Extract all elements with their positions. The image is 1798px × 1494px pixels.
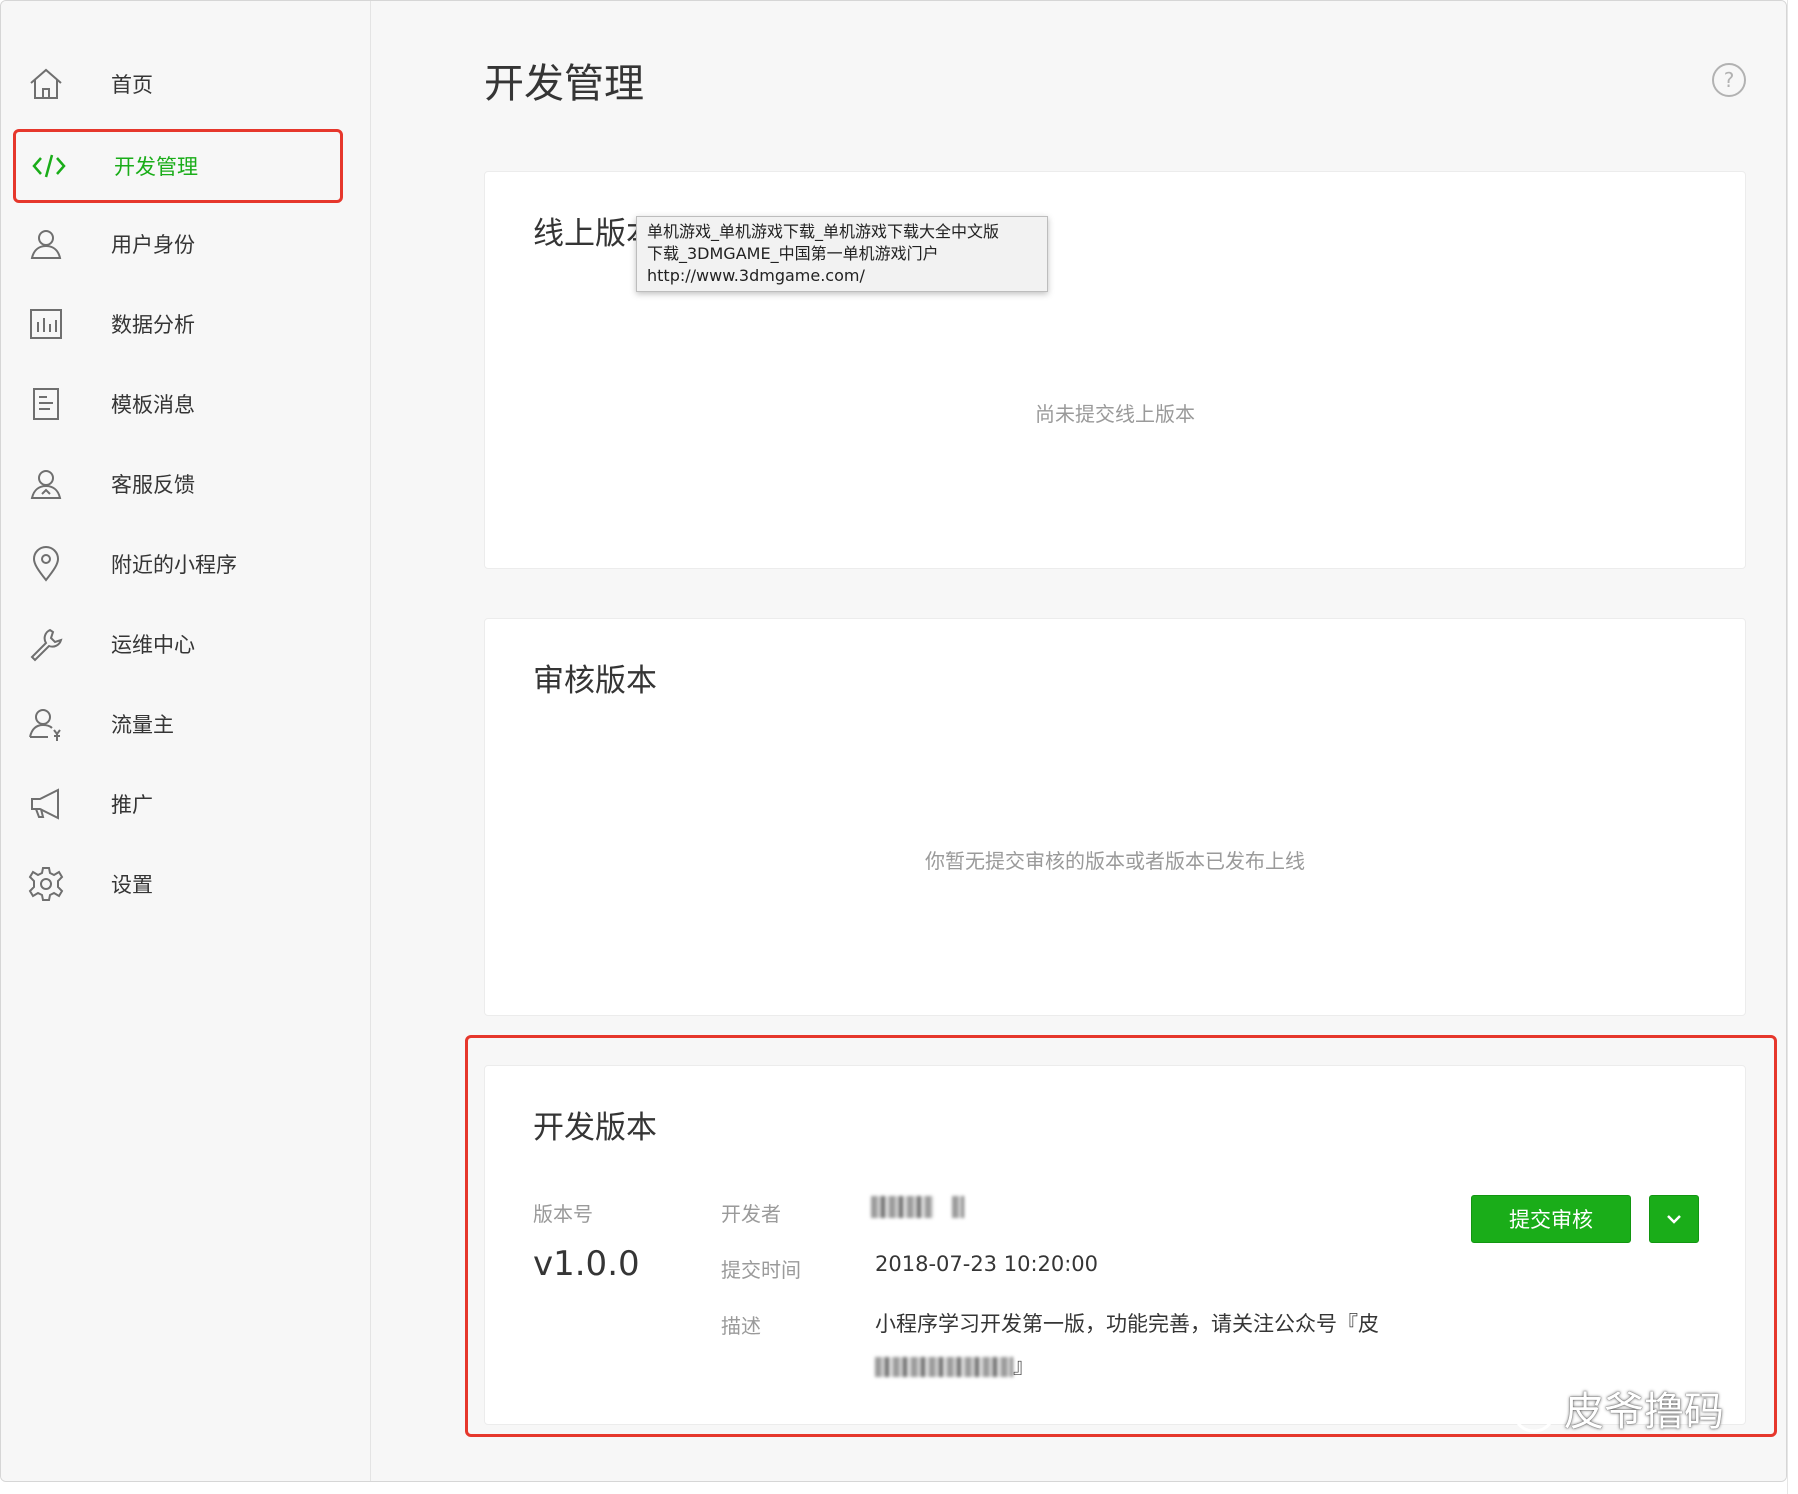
more-options-dropdown[interactable] (1649, 1195, 1699, 1243)
sidebar-item-settings[interactable]: 设置 (13, 847, 343, 921)
sidebar-item-dev-management[interactable]: 开发管理 (13, 129, 343, 203)
page-title: 开发管理 (484, 61, 644, 107)
card-title: 开发版本 (533, 1110, 657, 1146)
sidebar-item-nearby-miniprogram[interactable]: 附近的小程序 (13, 527, 343, 601)
sidebar-item-label: 数据分析 (111, 313, 195, 337)
sidebar-item-traffic-owner[interactable]: 流量主 (13, 687, 343, 761)
card-title: 审核版本 (533, 663, 657, 699)
watermark-text: 皮爷撸码 (1564, 1389, 1724, 1435)
review-version-card: 审核版本 你暂无提交审核的版本或者版本已发布上线 (484, 618, 1746, 1016)
main-content: 开发管理 ? 线上版本 尚未提交线上版本 审核版本 你暂无提交审核的版本或者版本… (372, 1, 1786, 1481)
wechat-icon (1492, 1382, 1554, 1433)
redacted-developer-name (871, 1196, 933, 1218)
app-window: 首页 开发管理 用户身份 数据分析 模板消息 客服反馈 附近的小程序 运维中心 … (0, 0, 1787, 1482)
sidebar-item-label: 运维中心 (111, 633, 195, 657)
description-label: 描述 (721, 1314, 761, 1338)
tooltip-line: 下载_3DMGAME_中国第一单机游戏门户 (647, 244, 939, 263)
gear-icon (13, 847, 79, 921)
sidebar-item-label: 推广 (111, 793, 153, 817)
empty-state-text: 你暂无提交审核的版本或者版本已发布上线 (925, 849, 1305, 873)
sidebar-item-label: 客服反馈 (111, 473, 195, 497)
sidebar-item-home[interactable]: 首页 (13, 47, 343, 121)
megaphone-icon (13, 767, 79, 841)
redacted-account-name (875, 1357, 1013, 1377)
document-icon (13, 367, 79, 441)
sidebar-item-ops-center[interactable]: 运维中心 (13, 607, 343, 681)
redacted-developer-name (951, 1196, 964, 1218)
description-close-quote: 』 (1013, 1354, 1034, 1378)
sidebar-item-label: 设置 (111, 873, 153, 897)
sidebar-item-label: 用户身份 (111, 233, 195, 257)
developer-label: 开发者 (721, 1202, 781, 1226)
submit-review-button[interactable]: 提交审核 (1471, 1195, 1631, 1243)
version-number: v1.0.0 (533, 1244, 640, 1284)
sidebar-item-label: 模板消息 (111, 393, 195, 417)
sidebar-item-label: 首页 (111, 73, 153, 97)
developer-value (871, 1194, 964, 1218)
sidebar-item-promotion[interactable]: 推广 (13, 767, 343, 841)
wechat-watermark: 皮爷撸码 (1490, 1378, 1724, 1438)
empty-state-text: 尚未提交线上版本 (1035, 402, 1195, 426)
sidebar-item-label: 流量主 (111, 713, 174, 737)
submit-time-value: 2018-07-23 10:20:00 (875, 1252, 1099, 1276)
tooltip-line: 单机游戏_单机游戏下载_单机游戏下载大全中文版 (647, 222, 1000, 241)
sidebar-item-template-message[interactable]: 模板消息 (13, 367, 343, 441)
version-label: 版本号 (533, 1202, 593, 1226)
sidebar: 首页 开发管理 用户身份 数据分析 模板消息 客服反馈 附近的小程序 运维中心 … (1, 1, 371, 1481)
help-icon[interactable]: ? (1712, 63, 1746, 97)
user-icon (13, 207, 79, 281)
tooltip-line: http://www.3dmgame.com/ (647, 266, 865, 285)
location-pin-icon (13, 527, 79, 601)
sidebar-item-label: 附近的小程序 (111, 553, 237, 577)
sidebar-item-user-identity[interactable]: 用户身份 (13, 207, 343, 281)
dev-version-card: 开发版本 版本号 v1.0.0 开发者 提交时间 2018-07-23 10:2… (484, 1065, 1746, 1425)
link-tooltip: 单机游戏_单机游戏下载_单机游戏下载大全中文版 下载_3DMGAME_中国第一单… (636, 216, 1048, 292)
background-window-edge (1787, 0, 1798, 1494)
sidebar-item-customer-feedback[interactable]: 客服反馈 (13, 447, 343, 521)
chevron-down-icon (1667, 1215, 1681, 1224)
code-icon (16, 129, 82, 203)
bar-chart-icon (13, 287, 79, 361)
description-value: 小程序学习开发第一版，功能完善，请关注公众号『皮 (875, 1312, 1379, 1336)
user-yen-icon (13, 687, 79, 761)
customer-service-icon (13, 447, 79, 521)
submit-time-label: 提交时间 (721, 1258, 801, 1282)
sidebar-item-label: 开发管理 (114, 155, 198, 179)
wrench-icon (13, 607, 79, 681)
home-icon (13, 47, 79, 121)
description-value-line2: 』 (875, 1350, 1034, 1380)
sidebar-item-data-analysis[interactable]: 数据分析 (13, 287, 343, 361)
